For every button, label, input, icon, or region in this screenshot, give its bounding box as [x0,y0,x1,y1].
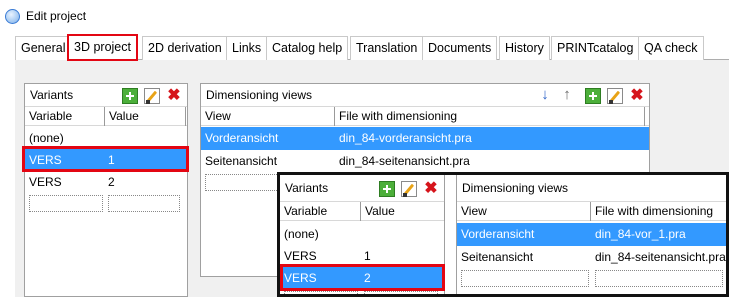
variant-row[interactable]: (none) [25,127,187,149]
edit-icon[interactable] [144,88,160,104]
inset-variants-title: Variants [285,181,329,195]
column-header-value[interactable]: Value [361,202,445,221]
dimensioning-views-column-headers: View File with dimensioning [201,106,649,126]
tab-printcatalog[interactable]: PRINTcatalog [551,36,640,60]
tab-links[interactable]: Links [226,36,268,60]
variants-column-headers: Variable Value [25,106,187,126]
variant-row[interactable]: (none) [280,223,444,245]
inset-callout: Variants ✖ Variable Value (none) VERS 1 … [277,172,729,297]
dimensioning-view-row-selected[interactable]: Vorderansicht din_84-vor_1.pra [457,223,726,246]
inset-dimensioning-views-panel: Dimensioning views View File with dimens… [456,175,726,294]
column-header-view[interactable]: View [457,202,591,221]
add-icon[interactable] [119,85,138,104]
delete-icon[interactable]: ✖ [629,88,645,104]
title-bar: Edit project [0,0,729,32]
delete-icon[interactable]: ✖ [166,88,182,104]
inset-dimensioning-views-column-headers: View File with dimensioning [457,201,726,221]
new-row-input[interactable] [595,270,723,287]
dimensioning-view-row[interactable]: Seitenansicht din_84-seitenansicht.pra [201,150,649,172]
new-row-input[interactable] [108,195,180,212]
move-down-icon[interactable]: ↓ [537,87,553,103]
column-header-file[interactable]: File with dimensioning [591,202,726,221]
move-up-icon[interactable]: ↑ [559,87,575,103]
dimensioning-view-row[interactable]: Seitenansicht din_84-seitenansicht.pra [457,246,726,268]
tab-2d-derivation[interactable]: 2D derivation [142,36,228,60]
inset-variants-column-headers: Variable Value [280,201,445,221]
variant-row-selected[interactable]: VERS 2 [280,267,444,289]
tab-catalog-help[interactable]: Catalog help [266,36,349,60]
dimensioning-views-header: Dimensioning views ↓ ↑ ✖ [201,84,649,106]
app-icon [5,9,20,24]
column-header-view[interactable]: View [201,107,335,126]
new-row-input[interactable] [29,195,103,212]
delete-icon[interactable]: ✖ [423,181,439,197]
dimensioning-views-title: Dimensioning views [206,88,313,102]
column-header-value[interactable]: Value [105,107,186,126]
variants-panel: Variants ✖ Variable Value (none) VERS 1 … [24,83,188,297]
variants-header: Variants ✖ [25,84,187,106]
tab-3d-project[interactable]: 3D project [67,34,138,61]
tab-documents[interactable]: Documents [422,36,498,60]
add-icon[interactable] [376,178,395,197]
inset-dimensioning-views-header: Dimensioning views [457,175,726,197]
variants-title: Variants [30,88,74,102]
variant-row[interactable]: VERS 2 [25,171,187,193]
edit-icon[interactable] [401,181,417,197]
inset-dimensioning-views-title: Dimensioning views [462,181,569,195]
column-header-variable[interactable]: Variable [280,202,361,221]
tab-translation[interactable]: Translation [350,36,424,60]
column-header-variable[interactable]: Variable [25,107,105,126]
new-row-input[interactable] [461,270,589,287]
tab-general[interactable]: General [15,36,72,60]
window-title: Edit project [26,9,87,23]
inset-variants-header: Variants ✖ [280,175,444,197]
edit-icon[interactable] [607,88,623,104]
new-row-input[interactable] [284,291,358,294]
tab-bar: General 3D project 2D derivation Links C… [15,34,729,61]
tab-qa-check[interactable]: QA check [638,36,704,60]
add-icon[interactable] [582,85,601,104]
inset-variants-panel: Variants ✖ Variable Value (none) VERS 1 … [280,175,445,294]
tab-history[interactable]: History [499,36,550,60]
variant-row[interactable]: VERS 1 [280,245,444,267]
variant-row-selected[interactable]: VERS 1 [25,149,187,171]
dimensioning-view-row-selected[interactable]: Vorderansicht din_84-vorderansicht.pra [201,127,649,150]
column-header-file[interactable]: File with dimensioning [335,107,645,126]
new-row-input[interactable] [364,291,438,294]
